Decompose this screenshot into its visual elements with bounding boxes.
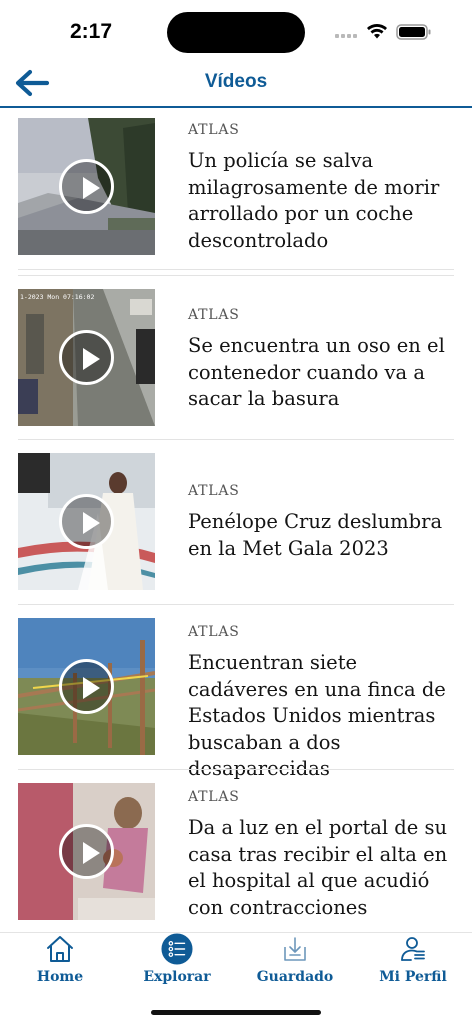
video-thumbnail[interactable]: 1-2023 Mon 07:16:02 bbox=[18, 289, 155, 426]
video-source: ATLAS bbox=[188, 624, 240, 640]
tab-label: Mi Perfil bbox=[379, 969, 447, 985]
tab-label: Explorar bbox=[143, 969, 211, 985]
video-list-item[interactable]: ATLAS Un policía se salva milagrosamente… bbox=[18, 118, 454, 258]
divider bbox=[18, 269, 454, 270]
wifi-icon bbox=[367, 24, 387, 39]
dynamic-island bbox=[167, 12, 305, 53]
profile-icon bbox=[397, 933, 429, 965]
video-title[interactable]: Un policía se salva milagrosamente de mo… bbox=[188, 148, 458, 254]
video-title[interactable]: Encuentran siete cadáveres en una finca … bbox=[188, 650, 458, 783]
tab-label: Home bbox=[36, 969, 84, 985]
page-title: Vídeos bbox=[204, 71, 268, 92]
svg-text:1-2023 Mon 07:16:02: 1-2023 Mon 07:16:02 bbox=[20, 293, 94, 301]
video-list-item[interactable]: 1-2023 Mon 07:16:02 ATLAS Se encuentra u… bbox=[18, 289, 454, 429]
status-bar: 2:17 bbox=[0, 0, 472, 62]
video-text: ATLAS Da a luz en el portal de su casa t… bbox=[188, 789, 458, 921]
tab-home[interactable]: Home bbox=[1, 933, 119, 1003]
play-icon bbox=[59, 330, 114, 385]
home-icon bbox=[44, 933, 76, 965]
video-list-item[interactable]: ATLAS Penélope Cruz deslumbra en la Met … bbox=[18, 453, 454, 593]
play-icon bbox=[59, 824, 114, 879]
video-thumbnail[interactable] bbox=[18, 453, 155, 590]
tab-label: Guardado bbox=[256, 969, 334, 985]
tab-explorar[interactable]: Explorar bbox=[118, 933, 236, 1003]
divider bbox=[18, 604, 454, 605]
battery-icon bbox=[396, 24, 431, 40]
divider bbox=[18, 275, 454, 276]
video-thumbnail[interactable] bbox=[18, 618, 155, 755]
video-text: ATLAS Penélope Cruz deslumbra en la Met … bbox=[188, 483, 458, 562]
video-title[interactable]: Da a luz en el portal de su casa tras re… bbox=[188, 815, 458, 921]
tab-mi-perfil[interactable]: Mi Perfil bbox=[354, 933, 472, 1003]
video-list-item[interactable]: ATLAS Da a luz en el portal de su casa t… bbox=[18, 783, 454, 923]
video-title[interactable]: Penélope Cruz deslumbra en la Met Gala 2… bbox=[188, 509, 458, 562]
video-text: ATLAS Encuentran siete cadáveres en una … bbox=[188, 624, 458, 783]
play-icon bbox=[59, 494, 114, 549]
video-title[interactable]: Se encuentra un oso en el contenedor cua… bbox=[188, 333, 458, 413]
play-icon bbox=[59, 159, 114, 214]
cellular-signal-icon bbox=[335, 34, 359, 40]
video-thumbnail[interactable] bbox=[18, 118, 155, 255]
video-source: ATLAS bbox=[188, 122, 240, 138]
video-text: ATLAS Un policía se salva milagrosamente… bbox=[188, 122, 458, 254]
video-text: ATLAS Se encuentra un oso en el contened… bbox=[188, 307, 458, 413]
video-source: ATLAS bbox=[188, 483, 240, 499]
explore-list-icon bbox=[161, 933, 193, 965]
divider bbox=[18, 769, 454, 770]
home-indicator bbox=[151, 1010, 321, 1015]
video-thumbnail[interactable] bbox=[18, 783, 155, 920]
tab-guardado[interactable]: Guardado bbox=[236, 933, 354, 1003]
saved-download-icon bbox=[279, 933, 311, 965]
status-time: 2:17 bbox=[70, 20, 113, 43]
video-source: ATLAS bbox=[188, 307, 240, 323]
video-list-item[interactable]: ATLAS Encuentran siete cadáveres en una … bbox=[18, 618, 454, 780]
play-icon bbox=[59, 659, 114, 714]
navigation-bar: Vídeos bbox=[0, 62, 472, 108]
video-source: ATLAS bbox=[188, 789, 240, 805]
video-list[interactable]: ATLAS Un policía se salva milagrosamente… bbox=[0, 110, 472, 932]
divider bbox=[18, 439, 454, 440]
